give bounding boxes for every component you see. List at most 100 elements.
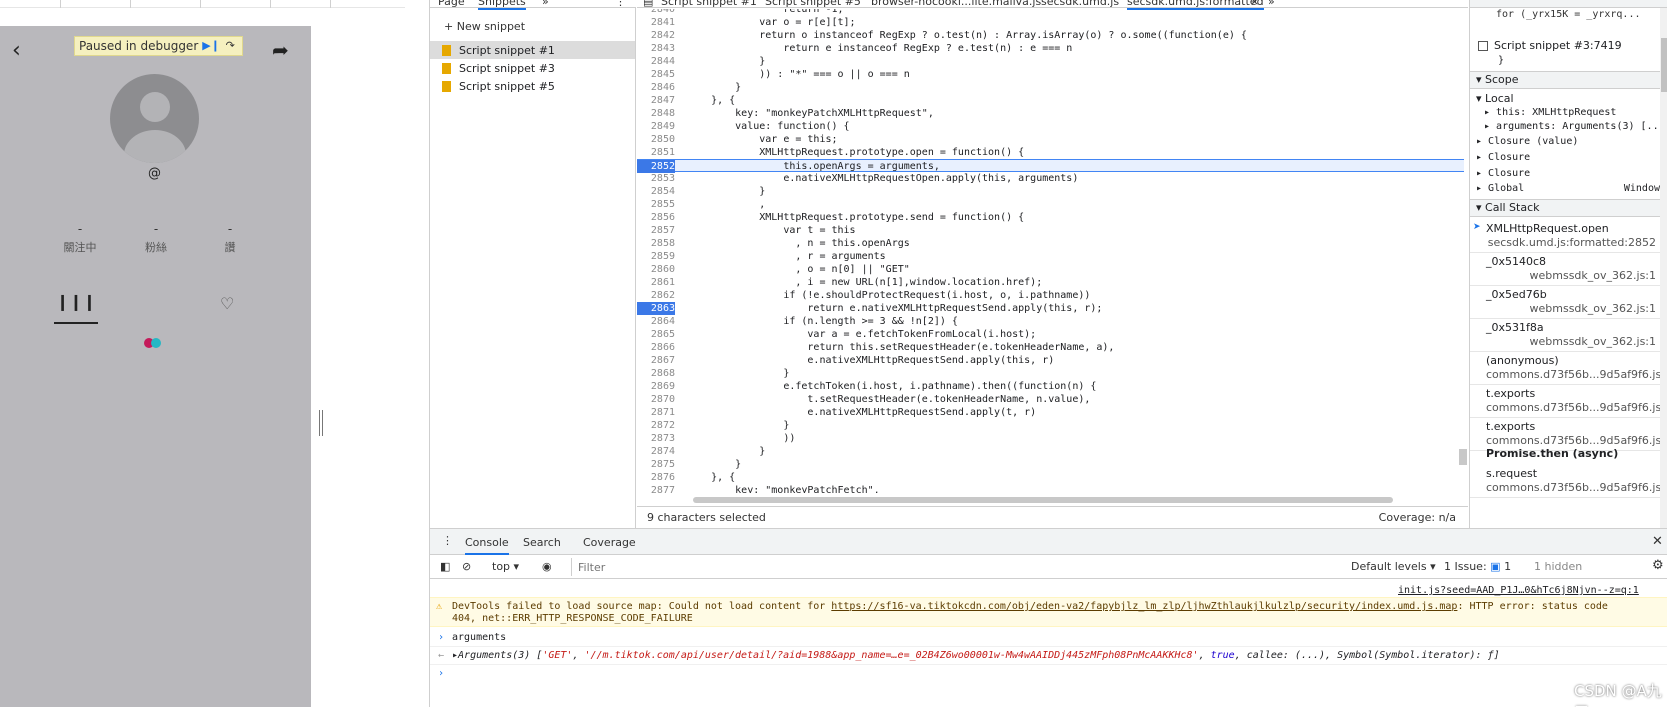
line-number[interactable]: 2845 — [637, 68, 675, 81]
code-line[interactable]: 2865 var a = e.fetchTokenFromLocal(i.hos… — [637, 328, 1464, 341]
log-levels-dropdown[interactable]: Default levels ▾ — [1351, 560, 1436, 573]
line-number[interactable]: 2844 — [637, 55, 675, 68]
code-line[interactable]: 2861 , i = new URL(n[1],window.location.… — [637, 276, 1464, 289]
file-tab[interactable]: browser-nocooki...lite.maliva.js — [871, 0, 1041, 8]
scope-local[interactable]: ▾ Local — [1476, 92, 1666, 105]
code-line[interactable]: 2856 XMLHttpRequest.prototype.send = fun… — [637, 211, 1464, 224]
line-number[interactable]: 2856 — [637, 211, 675, 224]
console-sidebar-icon[interactable]: ◧ — [440, 560, 450, 573]
breakpoint-checkbox[interactable] — [1478, 40, 1488, 51]
scrollbar-thumb[interactable] — [693, 497, 1393, 503]
snippet-item[interactable]: Script snippet #3 — [430, 59, 635, 77]
line-number[interactable]: 2877 — [637, 484, 675, 493]
call-frame[interactable]: t.exports commons.d73f56b...9d5af9f6.js:1 — [1470, 417, 1667, 451]
line-number[interactable]: 2851 — [637, 146, 675, 159]
code-line[interactable]: 2863 return e.nativeXMLHttpRequestSend.a… — [637, 302, 1464, 315]
tab-videos-grid-icon[interactable]: ❙❙❙ — [54, 292, 98, 324]
scope-closure[interactable]: ▸ Closure — [1476, 168, 1666, 179]
code-line[interactable]: 2862 if (!e.shouldProtectRequest(i.host,… — [637, 289, 1464, 302]
code-line[interactable]: 2872 } — [637, 419, 1464, 432]
live-expression-eye-icon[interactable]: ◉ — [542, 560, 552, 573]
scope-global[interactable]: ▸ Global Window — [1476, 183, 1660, 194]
code-line[interactable]: 2876 }, { — [637, 471, 1464, 484]
vertical-scrollbar-thumb[interactable] — [1459, 449, 1467, 465]
scope-this[interactable]: ▸ this: XMLHttpRequest — [1484, 107, 1667, 118]
tab-liked-heart-icon[interactable]: ♡ — [220, 294, 234, 313]
scope-arguments[interactable]: ▸ arguments: Arguments(3) [... — [1484, 121, 1667, 132]
line-number[interactable]: 2873 — [637, 432, 675, 445]
code-line[interactable]: 2840 return -1; — [637, 9, 1464, 16]
code-line[interactable]: 2868 } — [637, 367, 1464, 380]
stat-followers[interactable]: - 粉絲 — [126, 222, 186, 255]
step-over-icon[interactable]: ↷ — [222, 39, 238, 53]
scope-closure-value[interactable]: ▸ Closure (value) — [1476, 136, 1666, 147]
line-number[interactable]: 2874 — [637, 445, 675, 458]
line-number[interactable]: 2841 — [637, 16, 675, 29]
snippet-item[interactable]: Script snippet #1 — [430, 41, 635, 59]
line-number[interactable]: 2863 — [637, 302, 675, 315]
console-output[interactable]: init.js?seed=AAD_P1J…0&hTc6j8Njvn--z=q:1… — [430, 579, 1667, 707]
drawer-menu-icon[interactable]: ⋮ — [442, 534, 453, 547]
line-number[interactable]: 2867 — [637, 354, 675, 367]
code-line[interactable]: 2857 var t = this — [637, 224, 1464, 237]
close-tab-icon[interactable]: × — [1250, 0, 1259, 8]
file-tab[interactable]: Script snippet #1 — [661, 0, 757, 8]
code-line[interactable]: 2852 this.openArgs = arguments, — [637, 159, 1464, 173]
call-frame[interactable]: (anonymous) commons.d73f56b...9d5af9f6.js… — [1470, 351, 1667, 385]
call-frame[interactable]: t.exports commons.d73f56b...9d5af9f6.js:1 — [1470, 384, 1667, 418]
console-settings-gear-icon[interactable]: ⚙ — [1652, 558, 1664, 573]
breakpoint-item[interactable]: Script snippet #3:7419 — [1478, 39, 1667, 52]
new-snippet-button[interactable]: + New snippet — [444, 20, 525, 33]
tab-search[interactable]: Search — [523, 536, 561, 549]
code-line[interactable]: 2869 e.fetchToken(i.host, i.pathname).th… — [637, 380, 1464, 393]
line-number[interactable]: 2859 — [637, 250, 675, 263]
back-arrow-icon[interactable]: ‹ — [12, 38, 21, 63]
line-number[interactable]: 2870 — [637, 393, 675, 406]
line-number[interactable]: 2865 — [637, 328, 675, 341]
line-number[interactable]: 2871 — [637, 406, 675, 419]
code-line[interactable]: 2858 , n = this.openArgs — [637, 237, 1464, 250]
close-drawer-icon[interactable]: ✕ — [1652, 534, 1663, 549]
line-number[interactable]: 2875 — [637, 458, 675, 471]
code-line[interactable]: 2873 )) — [637, 432, 1464, 445]
kebab-menu-icon[interactable]: ⋮ — [615, 0, 626, 8]
code-line[interactable]: 2855 , — [637, 198, 1464, 211]
line-number[interactable]: 2868 — [637, 367, 675, 380]
line-number[interactable]: 2849 — [637, 120, 675, 133]
panel-resize-handle[interactable] — [319, 410, 323, 436]
console-filter-input[interactable] — [571, 558, 1311, 576]
horizontal-scrollbar[interactable] — [679, 494, 1454, 506]
line-number[interactable]: 2843 — [637, 42, 675, 55]
line-number[interactable]: 2869 — [637, 380, 675, 393]
call-frame[interactable]: _0x531f8a webmssdk_ov_362.js:1 — [1470, 318, 1660, 352]
line-number[interactable]: 2857 — [637, 224, 675, 237]
line-number[interactable]: 2854 — [637, 185, 675, 198]
stat-likes[interactable]: - 讚 — [200, 222, 260, 255]
call-stack-header[interactable]: ▾ Call Stack — [1470, 199, 1660, 217]
tab-page[interactable]: Page — [438, 0, 465, 8]
code-line[interactable]: 2848 key: "monkeyPatchXMLHttpRequest", — [637, 107, 1464, 120]
code-line[interactable]: 2871 e.nativeXMLHttpRequestSend.apply(t,… — [637, 406, 1464, 419]
stat-following[interactable]: - 關注中 — [50, 222, 110, 255]
line-number[interactable]: 2855 — [637, 198, 675, 211]
code-line[interactable]: 2849 value: function() { — [637, 120, 1464, 133]
code-line[interactable]: 2842 return o instanceof RegExp ? o.test… — [637, 29, 1464, 42]
code-line[interactable]: 2877 key: "monkeyPatchFetch", — [637, 484, 1464, 493]
toggle-navigator-icon[interactable]: ▤ — [643, 0, 653, 8]
line-number[interactable]: 2872 — [637, 419, 675, 432]
line-number[interactable]: 2860 — [637, 263, 675, 276]
scrollbar-thumb[interactable] — [1661, 38, 1667, 92]
line-number[interactable]: 2842 — [637, 29, 675, 42]
code-line[interactable]: 2847 }, { — [637, 94, 1464, 107]
scope-header[interactable]: ▾ Scope — [1470, 71, 1660, 89]
code-line[interactable]: 2870 t.setRequestHeader(e.tokenHeaderNam… — [637, 393, 1464, 406]
share-icon[interactable]: ➦ — [272, 38, 289, 62]
console-prompt[interactable]: › — [430, 665, 1667, 683]
call-frame[interactable]: ➤ XMLHttpRequest.open secsdk.umd.js:format… — [1470, 219, 1660, 253]
line-number[interactable]: 2848 — [637, 107, 675, 120]
console-result-line[interactable]: ← ▸Arguments(3) ['GET', '//m.tiktok.com/… — [430, 647, 1667, 665]
code-line[interactable]: 2866 return this.setRequestHeader(e.toke… — [637, 341, 1464, 354]
code-line[interactable]: 2850 var e = this; — [637, 133, 1464, 146]
code-line[interactable]: 2860 , o = n[0] || "GET" — [637, 263, 1464, 276]
code-line[interactable]: 2874 } — [637, 445, 1464, 458]
